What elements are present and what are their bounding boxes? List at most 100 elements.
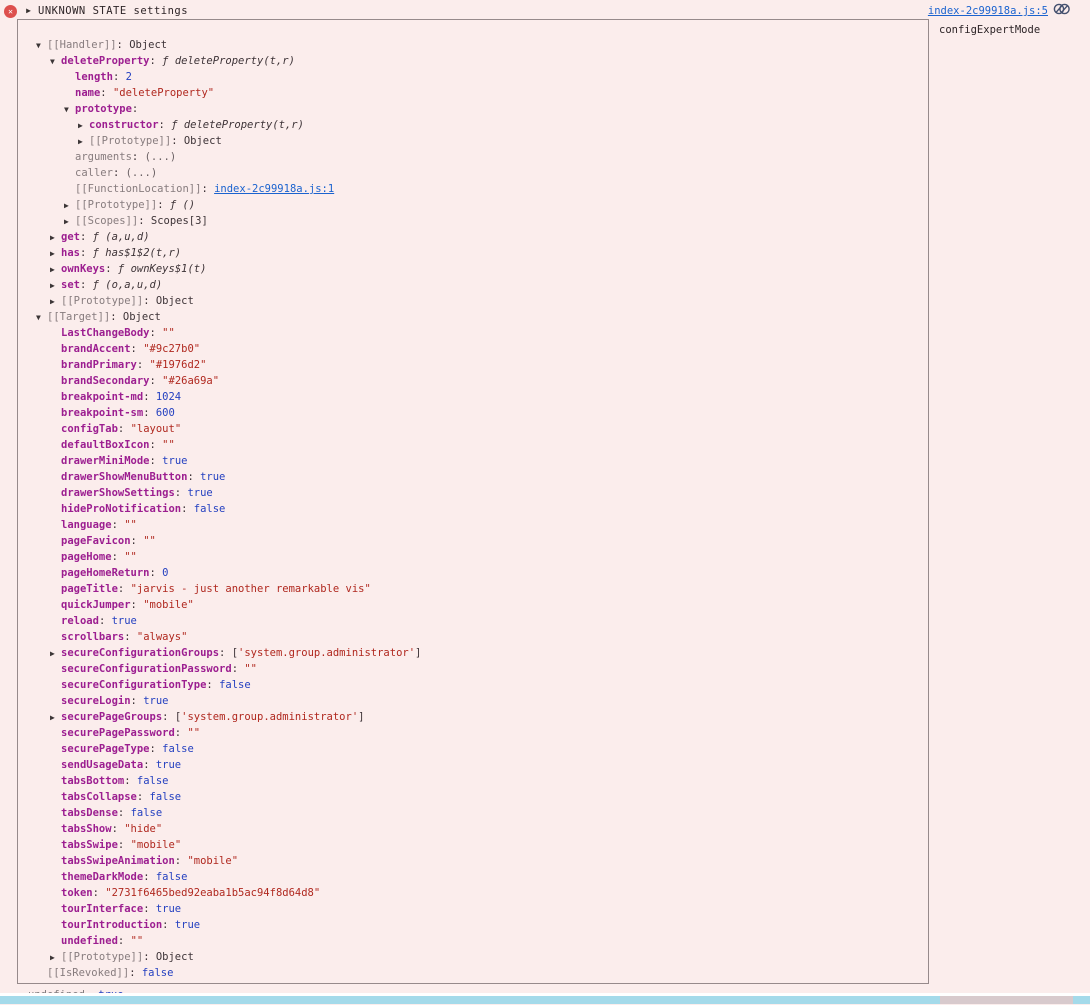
expand-toggle-icon[interactable]: ▶ [50, 646, 61, 661]
value-text: : [143, 903, 156, 915]
value-text: : [162, 919, 175, 931]
property-tree: ▼ [[Handler]]: Object ▼ deleteProperty: ƒ d… [18, 37, 928, 981]
frames-badge-icon[interactable] [1053, 2, 1070, 21]
property-key: name [75, 87, 101, 99]
tree-row[interactable]: ▶ securePageGroups: ['system.group.admini… [18, 709, 928, 725]
tree-row: themeDarkMode: false [18, 869, 928, 885]
property-key: breakpoint-md [61, 391, 144, 403]
proxy-preview-row[interactable]: ▼Proxy(Object) {language: '', pageFavico… [18, 21, 928, 37]
collapse-toggle-icon[interactable]: ▼ [64, 102, 75, 117]
expand-toggle-icon[interactable]: ▶ [50, 230, 61, 245]
expand-toggle-icon[interactable]: ▶ [78, 134, 89, 149]
tree-row: brandSecondary: "#26a69a" [18, 373, 928, 389]
string-value: "" [130, 935, 144, 947]
property-key: themeDarkMode [61, 871, 144, 883]
value-text: : [158, 119, 172, 131]
tree-row: defaultBoxIcon: "" [18, 437, 928, 453]
tree-row[interactable]: ▼ [[Handler]]: Object [18, 37, 928, 53]
tree-row[interactable]: ▼ deleteProperty: ƒ deleteProperty(t,r) [18, 53, 928, 69]
tree-row[interactable]: ▶ has: ƒ has$1$2(t,r) [18, 245, 928, 261]
source-location-link[interactable]: index-2c99918a.js:5 [928, 3, 1048, 19]
tree-row[interactable]: ▼ prototype: [18, 101, 928, 117]
tree-row: tourInterface: true [18, 901, 928, 917]
string-value: "#9c27b0" [143, 343, 201, 355]
tree-row[interactable]: ▶ [[Prototype]]: Object [18, 133, 928, 149]
value-text: : [143, 407, 156, 419]
expand-toggle-icon[interactable]: ▶ [50, 950, 61, 965]
function-location-link[interactable]: index-2c99918a.js:1 [214, 183, 334, 195]
property-key: brandPrimary [61, 359, 137, 371]
property-key: tabsSwipeAnimation [61, 855, 175, 867]
boolean-value: true [187, 487, 213, 499]
property-key: securePageType [61, 743, 150, 755]
tree-row[interactable]: ▶ [[Scopes]]: Scopes[3] [18, 213, 928, 229]
expand-toggle-icon[interactable]: ▶ [50, 278, 61, 293]
tree-row[interactable]: ▶ [[Prototype]]: Object [18, 293, 928, 309]
tree-row[interactable]: ▶ set: ƒ (o,a,u,d) [18, 277, 928, 293]
string-value: "" [143, 535, 156, 547]
tree-row[interactable]: ▼ [[Target]]: Object [18, 309, 928, 325]
value-text: : [112, 167, 126, 179]
property-key: secureConfigurationPassword [61, 663, 232, 675]
function-value: ƒ deleteProperty(t,r) [162, 55, 295, 67]
tree-row[interactable]: ▶ secureConfigurationGroups: ['system.gro… [18, 645, 928, 661]
internal-property-key: [[FunctionLocation]] [75, 183, 202, 195]
tree-row[interactable]: ▶ [[Prototype]]: ƒ () [18, 197, 928, 213]
number-value: 1024 [155, 391, 182, 403]
property-key: ownKeys [61, 263, 106, 275]
tree-row: name: "deleteProperty" [18, 85, 928, 101]
value-text: : [116, 39, 130, 51]
value-text: Object [155, 951, 194, 963]
tree-row: secureConfigurationType: false [18, 677, 928, 693]
tree-row[interactable]: ▶ constructor: ƒ deleteProperty(t,r) [18, 117, 928, 133]
value-text: : [219, 647, 232, 659]
expand-toggle-icon[interactable]: ▶ [50, 262, 61, 277]
tree-row: reload: true [18, 613, 928, 629]
internal-property-key: [[Prototype]] [61, 951, 144, 963]
stack-expand-toggle-icon[interactable]: ▶ [23, 3, 34, 19]
value-text: : [111, 551, 125, 563]
property-key: scrollbars [61, 631, 125, 643]
expand-toggle-icon[interactable]: ▶ [50, 294, 61, 309]
function-value: ƒ deleteProperty(t,r) [171, 119, 304, 131]
tree-row: tourIntroduction: true [18, 917, 928, 933]
tree-row[interactable]: ▶ ownKeys: ƒ ownKeys$1(t) [18, 261, 928, 277]
expand-toggle-icon[interactable]: ▶ [50, 710, 61, 725]
property-key: pageHomeReturn [61, 567, 150, 579]
expand-toggle-icon[interactable]: ▶ [64, 198, 75, 213]
string-value: "deleteProperty" [112, 87, 215, 99]
property-key: length [75, 71, 113, 83]
scrollbar-thumb[interactable] [940, 996, 1073, 1004]
lazy-getter-value[interactable]: (...) [126, 167, 158, 179]
property-key: has [61, 247, 80, 259]
value-text: : [143, 759, 156, 771]
internal-property-key: caller [75, 167, 113, 179]
internal-property-key: [[Prototype]] [61, 295, 144, 307]
value-text: : [162, 711, 175, 723]
collapse-toggle-icon[interactable]: ▼ [36, 38, 47, 53]
expand-toggle-icon[interactable]: ▶ [50, 246, 61, 261]
value-text: : [98, 615, 112, 627]
collapse-toggle-icon[interactable]: ▼ [36, 310, 47, 325]
tree-row: undefined: "" [18, 933, 928, 949]
horizontal-scrollbar[interactable] [0, 996, 1090, 1004]
expand-toggle-icon[interactable]: ▶ [78, 118, 89, 133]
collapse-toggle-icon[interactable]: ▼ [50, 54, 61, 69]
string-value: "hide" [124, 823, 163, 835]
string-value: "" [162, 439, 175, 451]
value-text: : [124, 775, 137, 787]
tree-row[interactable]: ▶ [[Prototype]]: Object [18, 949, 928, 965]
property-key: breakpoint-sm [61, 407, 144, 419]
tree-row: tabsBottom: false [18, 773, 928, 789]
string-value: "" [244, 663, 257, 675]
lazy-getter-value[interactable]: (...) [145, 151, 177, 163]
value-text: : [149, 439, 163, 451]
tree-row: tabsSwipe: "mobile" [18, 837, 928, 853]
internal-property-key: [[Scopes]] [75, 215, 139, 227]
tree-row: [[FunctionLocation]]: index-2c99918a.js:… [18, 181, 928, 197]
tree-row[interactable]: ▶ get: ƒ (a,u,d) [18, 229, 928, 245]
string-value: "#26a69a" [162, 375, 220, 387]
property-key: tabsShow [61, 823, 112, 835]
value-text: ] [415, 647, 422, 659]
expand-toggle-icon[interactable]: ▶ [64, 214, 75, 229]
